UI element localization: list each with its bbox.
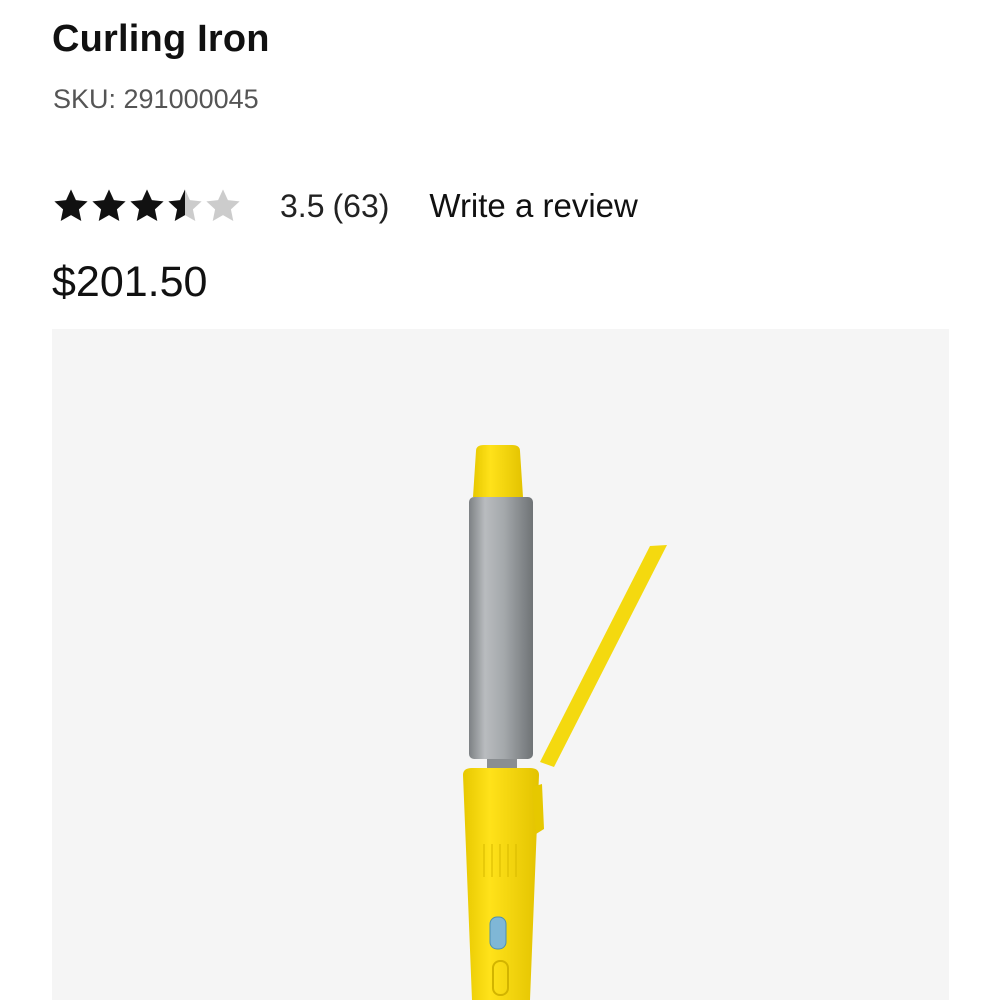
product-title: Curling Iron (52, 18, 270, 60)
write-review-link[interactable]: Write a review (429, 187, 637, 225)
product-sku: SKU: 291000045 (53, 84, 259, 114)
star-icon (54, 189, 88, 222)
rating-count[interactable]: (63) (332, 188, 389, 224)
clamp-lever (540, 545, 667, 767)
handle (463, 768, 539, 1000)
star-icon (92, 189, 126, 222)
barrel (469, 497, 533, 759)
barrel-cap (473, 445, 523, 497)
rating-summary: 3.5 (63) (280, 188, 389, 225)
star-icon (206, 189, 240, 222)
star-icon (130, 189, 164, 222)
product-price: $201.50 (52, 258, 208, 306)
temperature-display (489, 916, 507, 950)
star-icon (168, 189, 202, 222)
rating-row: 3.5 (63) Write a review (52, 182, 638, 230)
rating-score: 3.5 (280, 187, 325, 224)
product-image[interactable] (52, 329, 949, 1000)
rating-stars[interactable] (52, 187, 242, 225)
curling-iron-image (463, 445, 667, 1000)
product-detail-page: Curling Iron SKU: 291000045 3.5 (63) Writ… (0, 0, 1000, 1000)
